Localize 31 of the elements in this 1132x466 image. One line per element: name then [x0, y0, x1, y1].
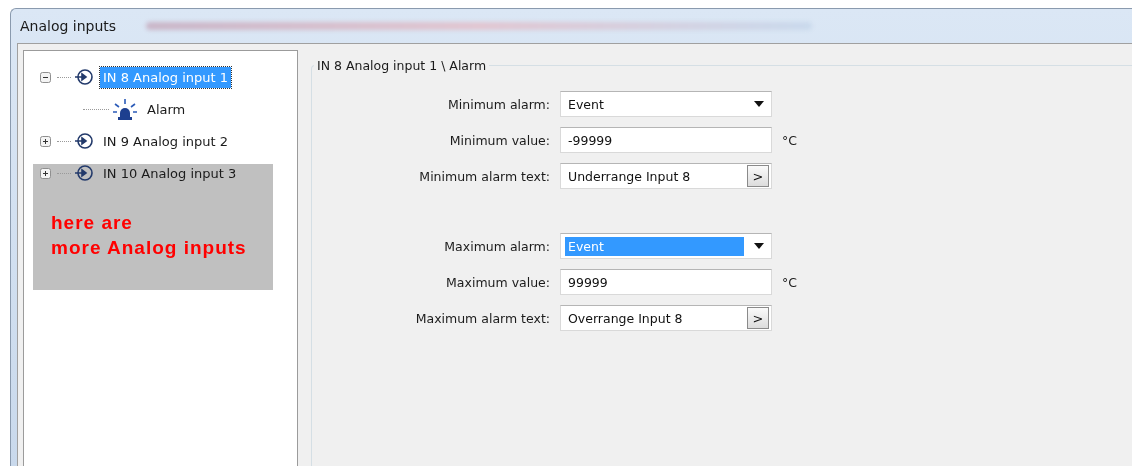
field-label: Minimum alarm text: [418, 168, 550, 184]
field-label: Maximum alarm: [443, 238, 550, 254]
unit-label: °C [782, 274, 798, 290]
dropdown[interactable]: Event [560, 91, 772, 117]
window-title: Analog inputs [20, 18, 117, 34]
field-label: Maximum value: [445, 274, 550, 290]
tree-item[interactable]: Alarm [144, 98, 189, 120]
expand-toggle[interactable] [40, 167, 51, 179]
input-icon [74, 67, 94, 87]
tree-item[interactable]: IN 10 Analog input 3 [100, 162, 240, 184]
tree-item[interactable]: IN 9 Analog input 2 [100, 130, 231, 152]
input-icon [74, 131, 94, 151]
note-text: more Analog inputs [51, 236, 248, 260]
collapse-toggle[interactable] [40, 71, 51, 83]
browse-button[interactable]: > [747, 165, 769, 187]
unit-label: °C [782, 132, 798, 148]
dropdown-arrow-icon [754, 243, 764, 249]
field-label: Maximum alarm text: [414, 310, 550, 326]
field-label: Minimum value: [448, 132, 550, 148]
field-label: Minimum alarm: [447, 96, 550, 112]
input-field[interactable]: Overrange Input 8 > [560, 305, 772, 331]
input-field[interactable]: 99999 [560, 269, 772, 295]
browse-button[interactable]: > [747, 307, 769, 329]
note-text: here are [51, 211, 134, 235]
expand-toggle[interactable] [40, 135, 51, 147]
alarm-light-icon [112, 98, 138, 120]
input-field[interactable]: Underrange Input 8 > [560, 163, 772, 189]
dropdown-arrow-icon [754, 101, 764, 107]
group-title: IN 8 Analog input 1 \ Alarm [316, 58, 488, 73]
input-icon [74, 163, 94, 183]
input-field[interactable]: -99999 [560, 127, 772, 153]
